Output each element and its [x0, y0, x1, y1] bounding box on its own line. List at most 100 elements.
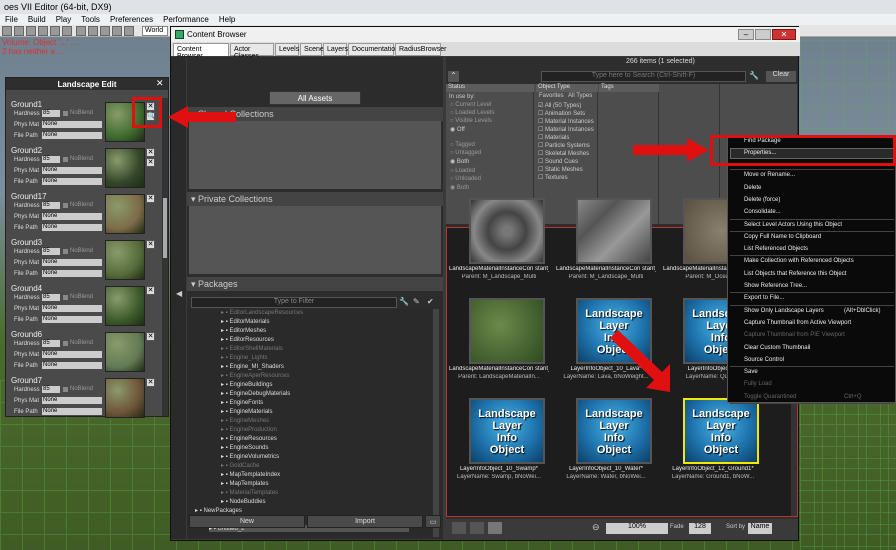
package-item[interactable]: ▸ ▪ EditorMeshes	[221, 327, 266, 334]
menu-build[interactable]: Build	[23, 14, 51, 25]
status-radio[interactable]: ◉ Off	[450, 126, 465, 133]
toolbar-button-8[interactable]	[100, 26, 110, 36]
tab-favorites[interactable]: Favorites	[539, 93, 564, 99]
all-assets-button[interactable]: All Assets	[269, 91, 361, 105]
view-split-icon[interactable]	[470, 522, 484, 534]
noblend-checkbox[interactable]	[63, 157, 68, 162]
physmat-field[interactable]: None	[42, 351, 102, 358]
type-checkbox[interactable]: ☐ Particle Systems	[538, 142, 590, 149]
status-radio[interactable]: ○ Loaded Levels	[450, 110, 494, 116]
menu-item-clear-custom-thumbnail[interactable]: Clear Custom Thumbnail	[744, 345, 810, 351]
view-grid-icon[interactable]	[488, 522, 502, 534]
clear-button[interactable]: Clear	[766, 71, 796, 82]
package-item[interactable]: ▸ ▪ EngineSounds	[221, 444, 269, 451]
menu-item-save[interactable]: Save	[744, 369, 758, 375]
type-checkbox[interactable]: ☐ Textures	[538, 174, 568, 181]
menu-item-toggle-quarantined[interactable]: Toggle Quarantined Ctrl+Q	[744, 394, 862, 400]
menu-item-show-reference-tree[interactable]: Show Reference Tree...	[744, 283, 807, 289]
package-item[interactable]: ▸ ▪ EngineMeshes	[221, 417, 269, 424]
menu-item-source-control[interactable]: Source Control	[744, 357, 784, 363]
tab-levels[interactable]: Levels	[275, 43, 299, 56]
window-close-button[interactable]: ✕	[772, 29, 796, 40]
package-item[interactable]: ▸ ▪ EditorMaterials	[221, 318, 270, 325]
tab-documentation[interactable]: Documentation	[348, 43, 399, 56]
status-radio[interactable]: ◉ Both	[450, 184, 469, 191]
world-select[interactable]: World	[142, 26, 168, 36]
menu-item-list-objects-that-reference-this-object[interactable]: List Objects that Reference this Object	[744, 271, 846, 277]
filepath-field[interactable]: None	[42, 408, 102, 415]
package-item[interactable]: ▸ ▪ EditorShellMaterials	[221, 345, 283, 352]
noblend-checkbox[interactable]	[63, 295, 68, 300]
tab-scene[interactable]: Scene	[300, 43, 324, 56]
noblend-checkbox[interactable]	[63, 249, 68, 254]
hardness-field[interactable]: 85	[42, 386, 60, 393]
toolbar-button-6[interactable]	[76, 26, 86, 36]
package-scrollbar[interactable]	[433, 309, 439, 537]
package-item[interactable]: ▸ ▪ EngineFonts	[221, 399, 263, 406]
asset-tile[interactable]: LandscapeMaterialInstanceCon stant_87* Pa…	[556, 198, 656, 298]
filepath-field[interactable]: None	[42, 224, 102, 231]
toolbar-button-2[interactable]	[26, 26, 36, 36]
package-item[interactable]: ▸ ▪ NodeBuddies	[221, 498, 266, 505]
menu-file[interactable]: File	[0, 14, 23, 25]
hardness-field[interactable]: 85	[42, 248, 60, 255]
filepath-field[interactable]: None	[42, 316, 102, 323]
menu-item-list-referenced-objects[interactable]: List Referenced Objects	[744, 246, 808, 252]
collapse-filter-icon[interactable]: ⌃	[448, 71, 459, 82]
physmat-field[interactable]: None	[42, 167, 102, 174]
remove-layer-icon[interactable]: ✕	[146, 240, 155, 249]
noblend-checkbox[interactable]	[63, 387, 68, 392]
menu-item-consolidate[interactable]: Consolidate...	[744, 209, 781, 215]
asset-thumbnail[interactable]	[576, 198, 652, 264]
zoom-field[interactable]: 100%	[606, 523, 668, 534]
physmat-field[interactable]: None	[42, 397, 102, 404]
physmat-field[interactable]: None	[42, 213, 102, 220]
asset-thumbnail[interactable]: LandscapeLayerInfoObject	[683, 398, 759, 464]
new-button[interactable]: New	[189, 515, 305, 528]
pencil-icon[interactable]: ✎	[413, 297, 423, 307]
type-checkbox[interactable]: ☐ Material Instances	[538, 126, 594, 133]
menu-item-export-to-file[interactable]: Export to File...	[744, 295, 784, 301]
close-icon[interactable]: ✕	[146, 158, 155, 167]
toolbar-button-7[interactable]	[88, 26, 98, 36]
package-item[interactable]: ▸ ▪ EngineBuildings	[221, 381, 273, 388]
folder-button[interactable]: ▭	[425, 515, 441, 528]
menu-item-capture-thumbnail-from-active-viewport[interactable]: Capture Thumbnail from Active Viewport	[744, 320, 851, 326]
wrench-icon[interactable]: 🔧	[399, 297, 409, 307]
tab-layers[interactable]: Layers	[323, 43, 348, 56]
package-item[interactable]: ▸ ▪ Engine_Lights	[221, 354, 268, 361]
menu-item-fully-load[interactable]: Fully Load	[744, 381, 772, 387]
asset-thumbnail[interactable]: LandscapeLayerInfoObject	[469, 398, 545, 464]
package-item[interactable]: ▸ ▪ EngineResources	[221, 435, 277, 442]
package-item[interactable]: ▸ ▪ EditorLandscapeResources	[221, 309, 303, 316]
remove-layer-icon[interactable]: ✕	[146, 332, 155, 341]
import-button[interactable]: Import	[307, 515, 423, 528]
filepath-field[interactable]: None	[42, 362, 102, 369]
hardness-field[interactable]: 85	[42, 294, 60, 301]
hardness-field[interactable]: 85	[42, 340, 60, 347]
layer-texture-thumbnail[interactable]	[105, 332, 145, 372]
menu-item-move-or-rename[interactable]: Move or Rename...	[744, 172, 795, 178]
status-radio[interactable]: ○ Current Level	[450, 102, 491, 108]
package-item[interactable]: ▸ ▪ MaterialTemplates	[221, 489, 278, 496]
private-collections-list[interactable]	[189, 206, 441, 274]
menu-preferences[interactable]: Preferences	[105, 14, 158, 25]
view-list-icon[interactable]	[452, 522, 466, 534]
type-checkbox[interactable]: ☐ Materials	[538, 134, 569, 141]
remove-layer-icon[interactable]: ✕	[146, 148, 155, 157]
layer-texture-thumbnail[interactable]	[105, 148, 145, 188]
noblend-checkbox[interactable]	[63, 111, 68, 116]
check-icon[interactable]: ✔	[427, 297, 437, 307]
private-collections-header[interactable]: ▾ Private Collections	[187, 192, 443, 206]
menu-item-capture-thumbnail-from-pie-viewport[interactable]: Capture Thumbnail from PIE Viewport	[744, 332, 845, 338]
close-icon[interactable]: ✕	[156, 79, 165, 88]
hardness-field[interactable]: 85	[42, 202, 60, 209]
asset-thumbnail[interactable]	[469, 298, 545, 364]
minimize-button[interactable]: –	[738, 29, 754, 40]
menu-item-delete-force[interactable]: Delete (force)	[744, 197, 780, 203]
collapse-arrow-icon[interactable]: ◀	[176, 289, 182, 298]
physmat-field[interactable]: None	[42, 121, 102, 128]
wrench-icon[interactable]: 🔧	[749, 71, 759, 80]
filepath-field[interactable]: None	[42, 132, 102, 139]
filepath-field[interactable]: None	[42, 178, 102, 185]
